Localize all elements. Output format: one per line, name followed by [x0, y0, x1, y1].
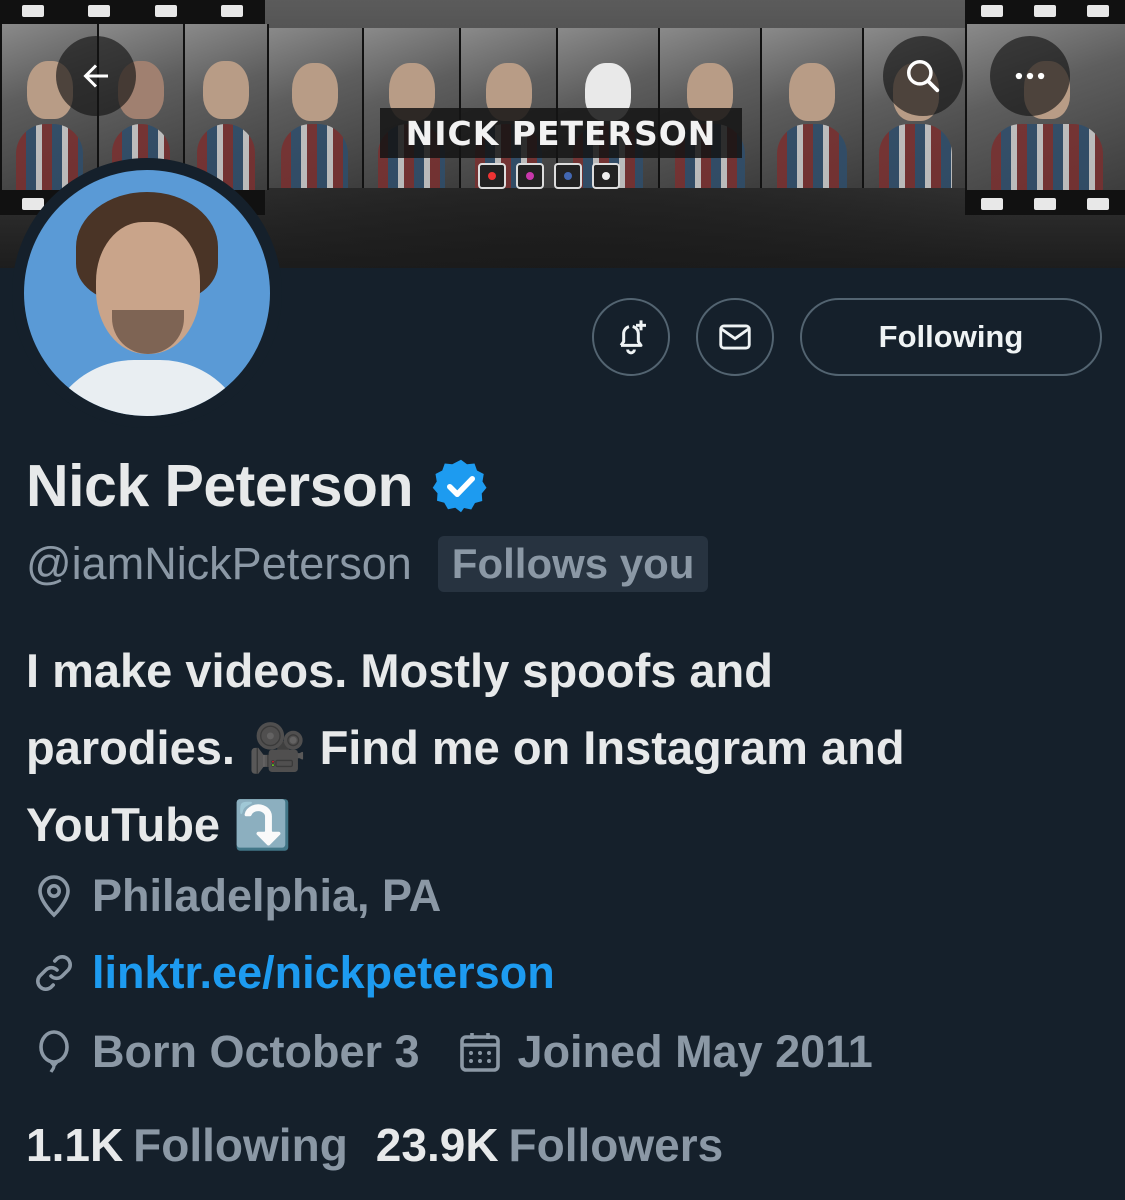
link-icon	[36, 955, 72, 991]
calendar-icon	[459, 1033, 500, 1072]
banner-frame	[760, 28, 864, 188]
location-text: Philadelphia, PA	[92, 870, 442, 921]
following-button[interactable]: Following	[800, 298, 1102, 376]
more-horizontal-icon	[1015, 72, 1045, 80]
avatar	[24, 170, 270, 416]
birthday-group: Born October 3	[30, 1026, 420, 1078]
search-button[interactable]	[883, 36, 963, 116]
bell-plus-icon	[619, 320, 646, 355]
avatar-container[interactable]	[12, 158, 282, 428]
followers-count: 23.9K	[375, 1119, 499, 1171]
user-handle: @iamNickPeterson	[26, 538, 412, 589]
bio-line: YouTube ⤵️	[26, 798, 292, 851]
location-pin-icon	[38, 875, 70, 918]
message-button[interactable]	[696, 298, 774, 376]
tiktok-icon	[592, 163, 620, 189]
followers-stat[interactable]: 23.9K Followers	[376, 1118, 723, 1172]
handle-row: @iamNickPeterson Follows you	[26, 536, 709, 592]
banner-frame	[265, 28, 364, 188]
location-row: Philadelphia, PA	[30, 870, 441, 922]
followers-label: Followers	[508, 1119, 724, 1171]
name-row: Nick Peterson	[26, 452, 491, 520]
more-button[interactable]	[990, 36, 1070, 116]
birthday-text: Born October 3	[92, 1026, 420, 1077]
stats-row: 1.1K Following 23.9K Followers	[26, 1118, 723, 1172]
joined-text: Joined May 2011	[517, 1026, 873, 1077]
dates-row: Born October 3 Joined May 2011	[30, 1026, 873, 1078]
website-row: linktr.ee/nickpeterson	[30, 947, 555, 999]
verified-badge-icon	[432, 459, 487, 513]
bio-line: parodies. 🎥 Find me on Instagram and	[26, 721, 905, 774]
following-stat[interactable]: 1.1K Following	[26, 1118, 348, 1172]
envelope-icon	[719, 324, 751, 350]
follows-you-badge: Follows you	[437, 536, 709, 592]
banner-title: NICK PETERSON	[380, 108, 742, 158]
balloon-icon	[39, 1030, 69, 1073]
website-link[interactable]: linktr.ee/nickpeterson	[92, 947, 555, 999]
back-button[interactable]	[56, 36, 136, 116]
instagram-icon	[516, 163, 544, 189]
notifications-button[interactable]	[592, 298, 670, 376]
following-label: Following	[133, 1119, 348, 1171]
bio-line: I make videos. Mostly spoofs and	[26, 644, 773, 697]
following-count: 1.1K	[26, 1119, 124, 1171]
facebook-icon	[554, 163, 582, 189]
joined-group: Joined May 2011	[456, 1026, 873, 1078]
profile-bio: I make videos. Mostly spoofs and parodie…	[26, 632, 1106, 863]
arrow-left-icon	[83, 64, 108, 88]
search-icon	[907, 60, 940, 93]
display-name: Nick Peterson	[26, 453, 414, 519]
banner-social-icons	[478, 163, 620, 189]
youtube-icon	[478, 163, 506, 189]
